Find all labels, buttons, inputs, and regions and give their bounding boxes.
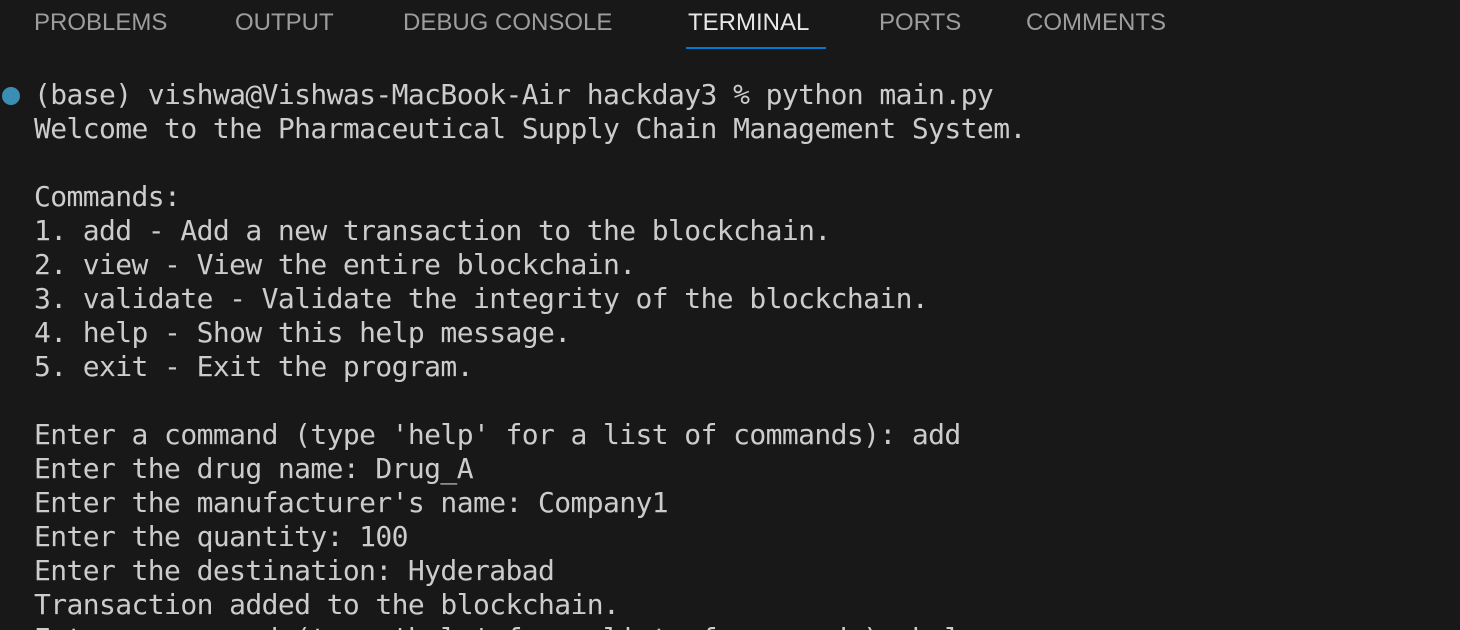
active-tab-indicator [686,47,826,49]
tab-output[interactable]: OUTPUT [235,6,334,50]
terminal-line: Enter the destination: Hyderabad [34,554,555,587]
terminal-line: 2. view - View the entire blockchain. [34,248,636,281]
terminal-lines: (base) vishwa@Vishwas-MacBook-Air hackda… [34,78,1026,630]
terminal-line: Enter the drug name: Drug_A [34,452,474,485]
tab-terminal[interactable]: TERMINAL [688,6,809,50]
terminal-line: Enter a command (type 'help' for a list … [34,418,961,451]
terminal-line: Enter the quantity: 100 [34,520,409,553]
tab-comments[interactable]: COMMENTS [1026,6,1166,50]
terminal-panel: PROBLEMS OUTPUT DEBUG CONSOLE TERMINAL P… [0,0,1460,630]
terminal-line: Enter a command (type 'help' for a list … [34,622,1026,630]
tab-problems[interactable]: PROBLEMS [34,6,167,50]
terminal-line: 1. add - Add a new transaction to the bl… [34,214,831,247]
terminal-line-command: (base) vishwa@Vishwas-MacBook-Air hackda… [34,78,994,111]
terminal-line: Commands: [34,180,181,213]
terminal-output[interactable]: (base) vishwa@Vishwas-MacBook-Air hackda… [0,78,1460,630]
terminal-line: Enter the manufacturer's name: Company1 [34,486,669,519]
terminal-line: Welcome to the Pharmaceutical Supply Cha… [34,112,1026,145]
terminal-line: Transaction added to the blockchain. [34,588,620,621]
tab-ports[interactable]: PORTS [879,6,961,50]
panel-tab-bar: PROBLEMS OUTPUT DEBUG CONSOLE TERMINAL P… [0,0,1460,50]
terminal-line: 5. exit - Exit the program. [34,350,474,383]
command-status-dot-icon [2,87,20,105]
terminal-line: 4. help - Show this help message. [34,316,571,349]
terminal-line: 3. validate - Validate the integrity of … [34,282,929,315]
tab-debug-console[interactable]: DEBUG CONSOLE [403,6,612,50]
